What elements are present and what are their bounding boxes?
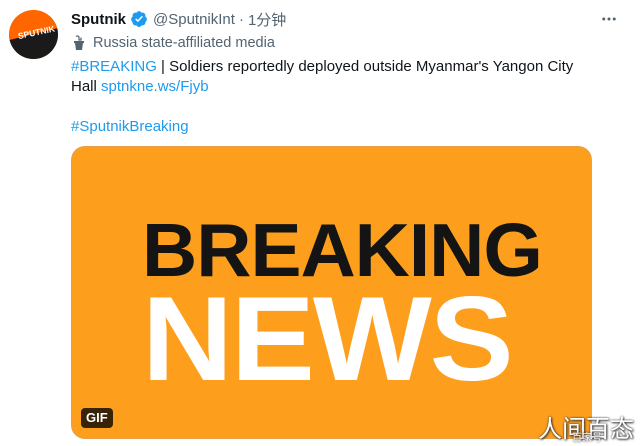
verified-badge-icon — [131, 11, 147, 27]
pipe-separator: | — [156, 58, 170, 75]
tweet-timestamp[interactable]: 1分钟 — [248, 9, 286, 30]
hashtag-sputnikbreaking-link[interactable]: #SputnikBreaking — [71, 118, 189, 135]
watermark-subtitle: 百家号 — [572, 433, 602, 444]
media-headline-news: NEWS — [142, 272, 514, 406]
author-handle[interactable]: @SputnikInt — [153, 11, 235, 28]
tweet-body-line-2: Hall — [71, 78, 102, 95]
avatar[interactable]: SPUTNIK — [9, 10, 58, 59]
hashtag-breaking-link[interactable]: #BREAKING — [71, 58, 157, 75]
state-media-label[interactable]: Russia state-affiliated media — [71, 33, 275, 53]
gif-media[interactable]: BREAKING NEWS GIF — [71, 146, 592, 439]
gif-badge: GIF — [81, 408, 113, 428]
more-options-icon[interactable] — [598, 8, 620, 30]
tweet-text: #BREAKING | Soldiers reportedly deployed… — [71, 57, 611, 137]
affiliation-text: Russia state-affiliated media — [93, 35, 275, 51]
tweet-header: Sputnik @SputnikInt · 1分钟 — [71, 8, 630, 30]
short-url-link[interactable]: sptnkne.ws/Fjyb — [101, 78, 209, 95]
separator-dot: · — [238, 10, 244, 28]
podium-icon — [74, 35, 84, 50]
tweet-body-line-1: Soldiers reportedly deployed outside Mya… — [169, 58, 574, 75]
sputnik-logo-icon: SPUTNIK — [9, 10, 58, 59]
author-name[interactable]: Sputnik — [71, 11, 126, 28]
